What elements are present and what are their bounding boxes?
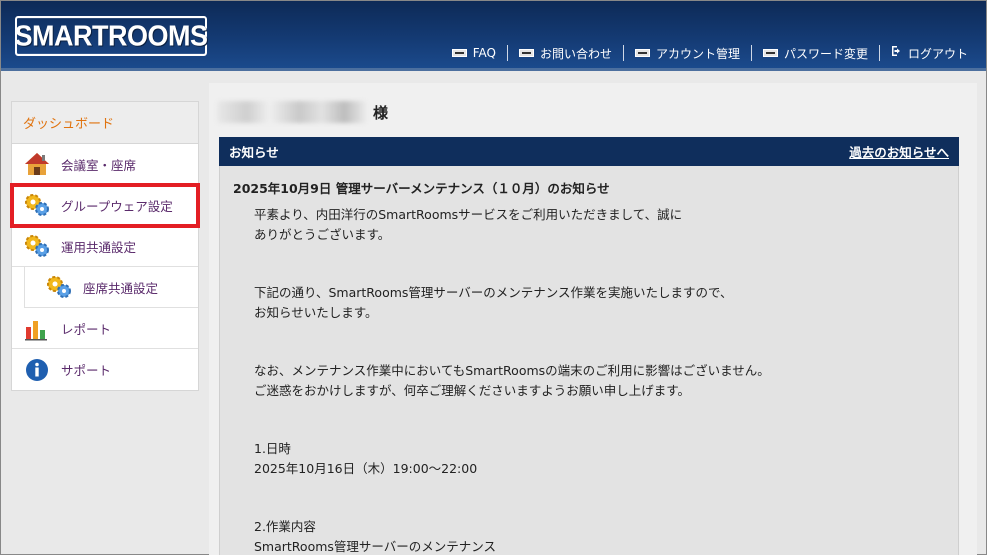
smartrooms-logo[interactable]: SMARTROOMS [15, 16, 208, 56]
notice-line: 平素より、内田洋行のSmartRoomsサービスをご利用いただきまして、誠に [254, 207, 683, 222]
sidebar-menu: ダッシュボード 会議室・座席 グループウェア設定 運用共通設定 座席共通設定 レ… [10, 101, 200, 391]
main-content: 様 お知らせ 過去のお知らせへ 2025年10月9日 管理サーバーメンテナンス（… [209, 83, 977, 555]
notice-header-title: お知らせ [229, 145, 279, 160]
notice-body: 2025年10月9日 管理サーバーメンテナンス（１０月）のお知らせ 平素より、内… [219, 166, 959, 555]
notice-title: 2025年10月9日 管理サーバーメンテナンス（１０月）のお知らせ [233, 181, 610, 196]
bar-chart-icon [25, 321, 47, 341]
password-change-label: パスワード変更 [783, 46, 868, 61]
sidebar-item-rooms-seats[interactable]: 会議室・座席 [12, 144, 198, 185]
sidebar-item-label: レポート [61, 321, 112, 337]
notice-line: 下記の通り、SmartRooms管理サーバーのメンテナンス作業を実施いたしますの… [254, 285, 733, 300]
header-bar: SMARTROOMS FAQ お問い合わせ アカウント管理 パスワード変更 ログ… [1, 1, 986, 71]
notice-line: 2025年10月16日（木）19:00～22:00 [254, 460, 478, 476]
sidebar-item-operation-common-settings[interactable]: 運用共通設定 [12, 226, 198, 267]
notice-paragraph: 1.日時 2025年10月16日（木）19:00～22:00 [254, 439, 477, 478]
sidebar-item-label: サポート [61, 363, 112, 378]
contact-label: お問い合わせ [539, 46, 612, 61]
past-notices-link[interactable]: 過去のお知らせへ [849, 142, 949, 161]
notice-line: お知らせいたします。 [254, 304, 378, 320]
notice-line: なお、メンテナンス作業中においてもSmartRoomsの端末のご利用に影響はござ… [254, 363, 770, 378]
account-management-label: アカウント管理 [655, 46, 740, 61]
sidebar-item-label: 運用共通設定 [61, 239, 137, 255]
sidebar-item-dashboard[interactable]: ダッシュボード [12, 102, 198, 144]
sidebar-item-label: グループウェア設定 [61, 198, 173, 214]
notice-paragraph: なお、メンテナンス作業中においてもSmartRoomsの端末のご利用に影響はござ… [254, 361, 770, 400]
contact-link[interactable]: お問い合わせ [518, 45, 612, 62]
notice-line: SmartRooms管理サーバーのメンテナンス [254, 538, 497, 554]
faq-label: FAQ [472, 46, 496, 60]
notice-paragraph: 下記の通り、SmartRooms管理サーバーのメンテナンス作業を実施いたしますの… [254, 283, 733, 322]
logout-icon [891, 45, 903, 61]
top-navigation: FAQ お問い合わせ アカウント管理 パスワード変更 ログアウト [451, 44, 968, 62]
menu-bullet-icon [762, 49, 778, 57]
honorific: 様 [373, 103, 389, 122]
sidebar-item-seat-common-settings[interactable]: 座席共通設定 [24, 267, 198, 308]
notice-line: ありがとうございます。 [254, 226, 391, 242]
notice-line: 1.日時 [254, 441, 291, 456]
sidebar-item-report[interactable]: レポート [12, 308, 198, 349]
logout-link[interactable]: ログアウト [891, 45, 968, 62]
user-name-redacted [217, 101, 367, 123]
notice-line: 2.作業内容 [254, 519, 316, 534]
sidebar-item-label: 座席共通設定 [83, 280, 159, 296]
gears-icon [25, 235, 49, 257]
faq-link[interactable]: FAQ [451, 46, 496, 60]
nav-divider [506, 45, 508, 61]
menu-bullet-icon [451, 49, 467, 57]
sidebar-item-groupware-settings[interactable]: グループウェア設定 [10, 183, 200, 228]
menu-bullet-icon [518, 49, 534, 57]
nav-divider [878, 45, 880, 61]
notice-line: ご迷惑をおかけしますが、何卒ご理解くださいますようお願い申し上げます。 [254, 382, 691, 398]
notice-paragraph: 2.作業内容 SmartRooms管理サーバーのメンテナンス [254, 517, 496, 555]
menu-bullet-icon [634, 49, 650, 57]
sidebar-item-support[interactable]: サポート [12, 349, 198, 390]
notice-header-bar: お知らせ 過去のお知らせへ [219, 137, 959, 166]
nav-divider [622, 45, 624, 61]
gears-icon [47, 276, 71, 298]
notice-paragraph: 平素より、内田洋行のSmartRoomsサービスをご利用いただきまして、誠に あ… [254, 205, 682, 244]
sidebar-item-label: 会議室・座席 [61, 157, 137, 173]
nav-divider [750, 45, 752, 61]
info-icon [26, 358, 48, 381]
account-management-link[interactable]: アカウント管理 [634, 45, 740, 62]
gears-icon [25, 194, 49, 216]
user-greeting: 様 [217, 101, 388, 123]
logout-label: ログアウト [907, 46, 968, 61]
house-icon [25, 153, 49, 175]
password-change-link[interactable]: パスワード変更 [762, 45, 868, 62]
